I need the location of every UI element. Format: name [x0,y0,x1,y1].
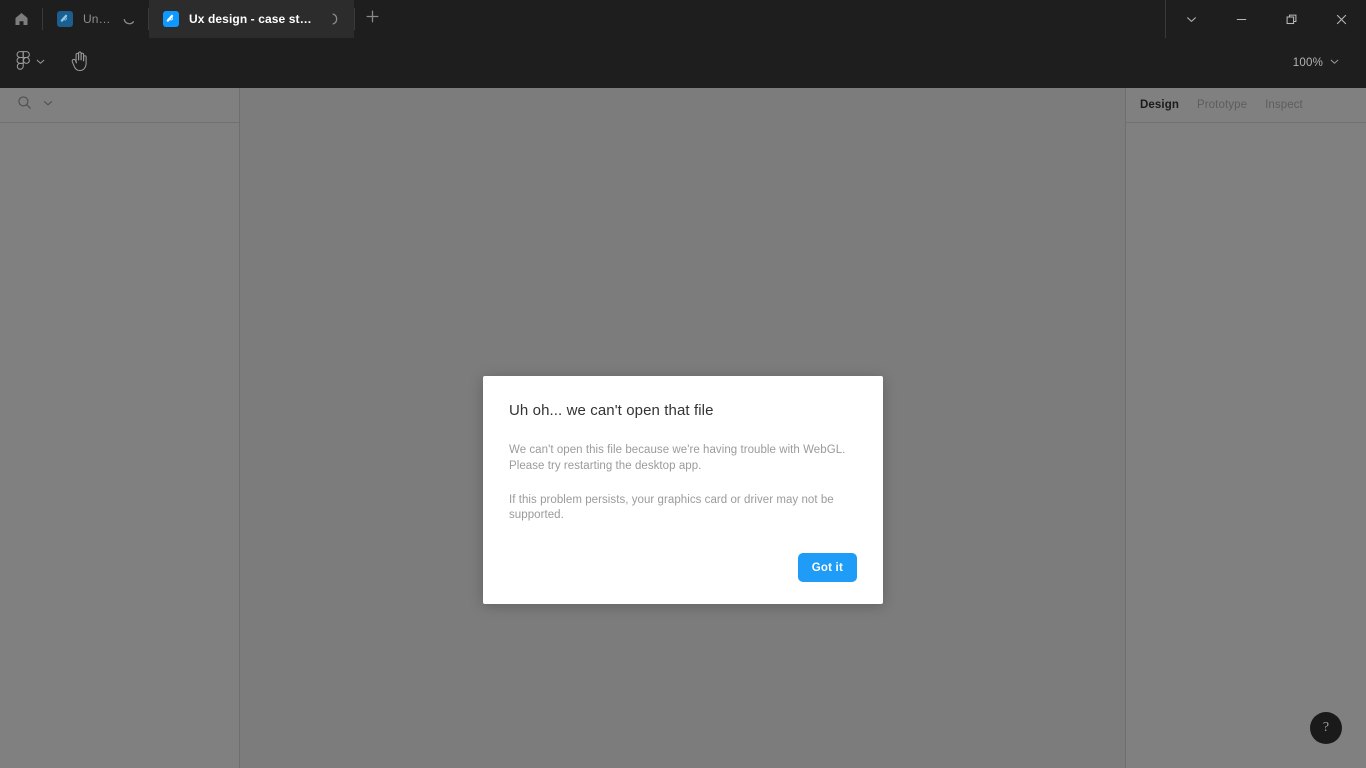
window-controls [1165,0,1366,38]
layers-panel [0,88,240,768]
dialog-title: Uh oh... we can't open that file [509,402,714,419]
figma-file-icon [163,11,179,27]
editor-body: Design Prototype Inspect ? Uh oh... we c… [0,88,1366,768]
chevron-down-icon [35,54,46,72]
figma-desktop-window: Untitled Ux design - case study 2 [0,0,1366,768]
main-toolbar: 100% [0,38,1366,88]
layers-list [0,123,239,767]
restore-button[interactable] [1266,0,1316,38]
properties-panel: Design Prototype Inspect [1125,88,1366,768]
chevron-down-icon [1329,54,1340,72]
close-button[interactable] [1316,0,1366,38]
tab-label: Untitled [83,12,112,26]
layers-search-row[interactable] [0,88,239,123]
zoom-control[interactable]: 100% [1289,48,1344,78]
home-button[interactable] [0,0,42,38]
close-icon [1335,13,1348,26]
window-menu-button[interactable] [1166,0,1216,38]
got-it-button[interactable]: Got it [797,553,857,582]
chevron-down-icon [1185,13,1198,26]
search-icon [17,95,32,115]
new-tab-button[interactable] [355,0,389,38]
minimize-icon [1235,13,1248,26]
minimize-button[interactable] [1216,0,1266,38]
plus-icon [366,10,379,28]
question-mark-icon: ? [1322,720,1330,735]
dialog-paragraph-1: We can't open this file because we're ha… [509,444,846,472]
tab-inspect[interactable]: Inspect [1265,99,1303,111]
hand-icon [70,50,90,77]
loading-spinner-icon [122,12,136,26]
tab-untitled[interactable]: Untitled [43,0,148,38]
titlebar: Untitled Ux design - case study 2 [0,0,1366,38]
loading-spinner-icon [328,12,342,26]
properties-tabs: Design Prototype Inspect [1126,88,1366,123]
restore-icon [1285,13,1298,26]
home-icon [14,12,29,26]
help-button[interactable]: ? [1310,712,1342,744]
tab-design[interactable]: Design [1140,99,1179,111]
dialog-actions: Got it [509,553,857,582]
dialog-paragraph-2: If this problem persists, your graphics … [509,493,834,522]
tab-ux-design-case-study-2[interactable]: Ux design - case study 2 [149,0,354,38]
tab-prototype[interactable]: Prototype [1197,99,1247,111]
zoom-level-value: 100% [1292,57,1323,69]
tab-strip: Untitled Ux design - case study 2 [43,0,389,38]
figma-menu-button[interactable] [12,47,50,79]
chevron-down-icon[interactable] [42,96,54,114]
titlebar-drag-region [389,0,1165,38]
hand-tool-button[interactable] [64,47,96,79]
figma-file-icon [57,11,73,27]
webgl-error-dialog: Uh oh... we can't open that file We can'… [483,376,883,604]
figma-logo-icon [16,50,30,76]
tab-label: Ux design - case study 2 [189,12,318,26]
